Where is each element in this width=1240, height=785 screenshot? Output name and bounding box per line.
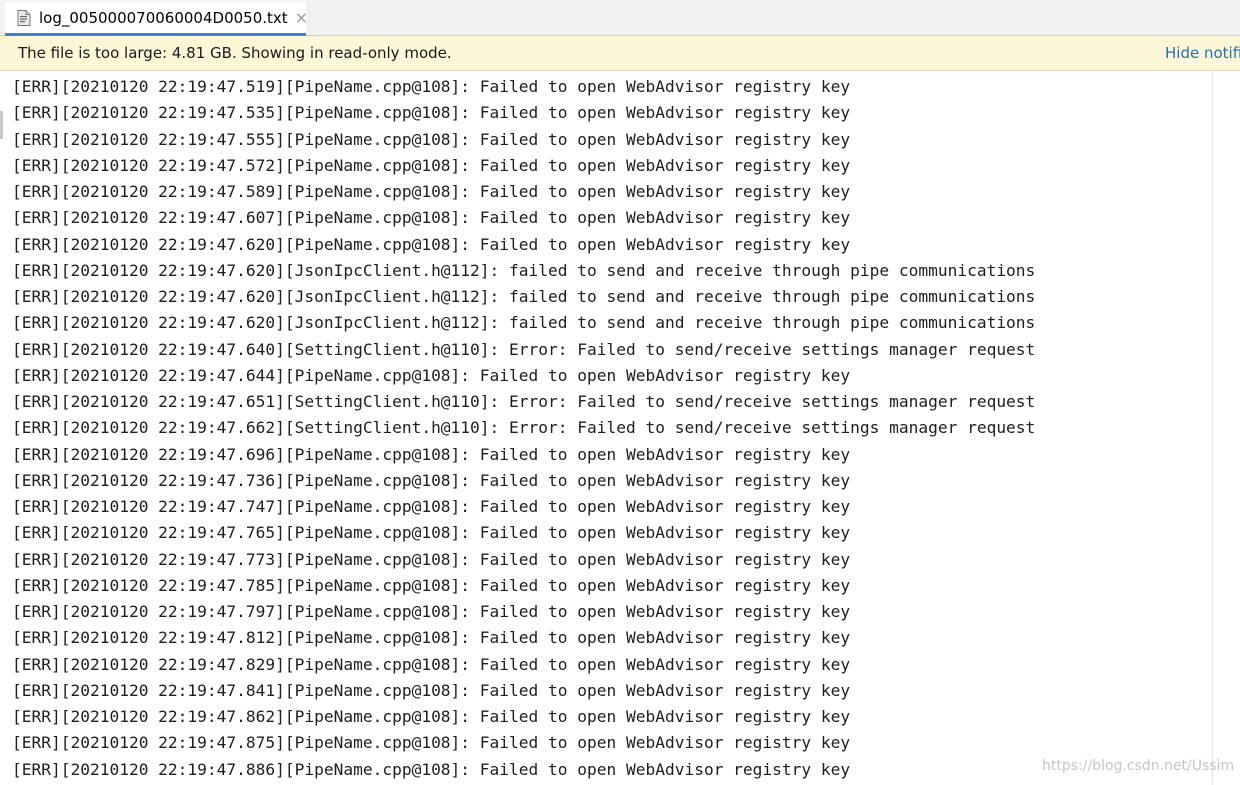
read-only-notification-banner: The file is too large: 4.81 GB. Showing … <box>0 36 1240 71</box>
tab-title: log_005000070060004D0050.txt <box>39 8 288 27</box>
watermark: https://blog.csdn.net/Ussim <box>1042 758 1235 774</box>
log-line: [ERR][20210120 22:19:47.773][PipeName.cp… <box>12 549 851 569</box>
banner-message: The file is too large: 4.81 GB. Showing … <box>18 44 452 62</box>
close-icon[interactable]: × <box>295 9 308 26</box>
editor-tab[interactable]: log_005000070060004D0050.txt × <box>5 2 308 36</box>
log-line: [ERR][20210120 22:19:47.747][PipeName.cp… <box>12 497 851 516</box>
log-line: [ERR][20210120 22:19:47.875][PipeName.cp… <box>12 733 851 753</box>
log-line: [ERR][20210120 22:19:47.572][PipeName.cp… <box>12 155 851 175</box>
log-line: [ERR][20210120 22:19:47.589][PipeName.cp… <box>12 182 851 201</box>
editor-tab-bar: log_005000070060004D0050.txt × <box>0 0 1240 36</box>
log-line: [ERR][20210120 22:19:47.640][SettingClie… <box>12 339 1036 359</box>
log-line: [ERR][20210120 22:19:47.620][PipeName.cp… <box>12 234 851 254</box>
log-line: [ERR][20210120 22:19:47.644][PipeName.cp… <box>12 365 851 385</box>
scroll-marker <box>0 111 3 139</box>
log-line: [ERR][20210120 22:19:47.862][PipeName.cp… <box>12 707 851 726</box>
log-line: [ERR][20210120 22:19:47.765][PipeName.cp… <box>12 523 851 543</box>
log-line: [ERR][20210120 22:19:47.620][JsonIpcClie… <box>12 287 1036 306</box>
log-line: [ERR][20210120 22:19:47.696][PipeName.cp… <box>12 444 851 464</box>
log-editor[interactable]: [ERR][20210120 22:19:47.519][PipeName.cp… <box>0 71 1240 785</box>
log-line: [ERR][20210120 22:19:47.785][PipeName.cp… <box>12 575 851 595</box>
log-line: [ERR][20210120 22:19:47.736][PipeName.cp… <box>12 470 851 490</box>
log-line: [ERR][20210120 22:19:47.519][PipeName.cp… <box>12 77 851 96</box>
log-line: [ERR][20210120 22:19:47.620][JsonIpcClie… <box>12 313 1036 333</box>
log-lines: [ERR][20210120 22:19:47.519][PipeName.cp… <box>12 74 1035 783</box>
log-line: [ERR][20210120 22:19:47.797][PipeName.cp… <box>12 602 851 621</box>
log-line: [ERR][20210120 22:19:47.620][JsonIpcClie… <box>12 260 1036 280</box>
log-line: [ERR][20210120 22:19:47.812][PipeName.cp… <box>12 628 851 648</box>
log-line: [ERR][20210120 22:19:47.555][PipeName.cp… <box>12 129 851 149</box>
hide-notification-link[interactable]: Hide notifi <box>1165 44 1240 62</box>
log-line: [ERR][20210120 22:19:47.886][PipeName.cp… <box>12 759 851 779</box>
log-line: [ERR][20210120 22:19:47.662][SettingClie… <box>12 418 1036 438</box>
log-line: [ERR][20210120 22:19:47.651][SettingClie… <box>12 392 1036 411</box>
text-file-icon <box>17 9 31 26</box>
log-line: [ERR][20210120 22:19:47.841][PipeName.cp… <box>12 680 851 700</box>
log-line: [ERR][20210120 22:19:47.829][PipeName.cp… <box>12 654 851 674</box>
log-line: [ERR][20210120 22:19:47.535][PipeName.cp… <box>12 103 851 123</box>
log-line: [ERR][20210120 22:19:47.607][PipeName.cp… <box>12 208 851 228</box>
right-margin-guide <box>1212 71 1213 785</box>
